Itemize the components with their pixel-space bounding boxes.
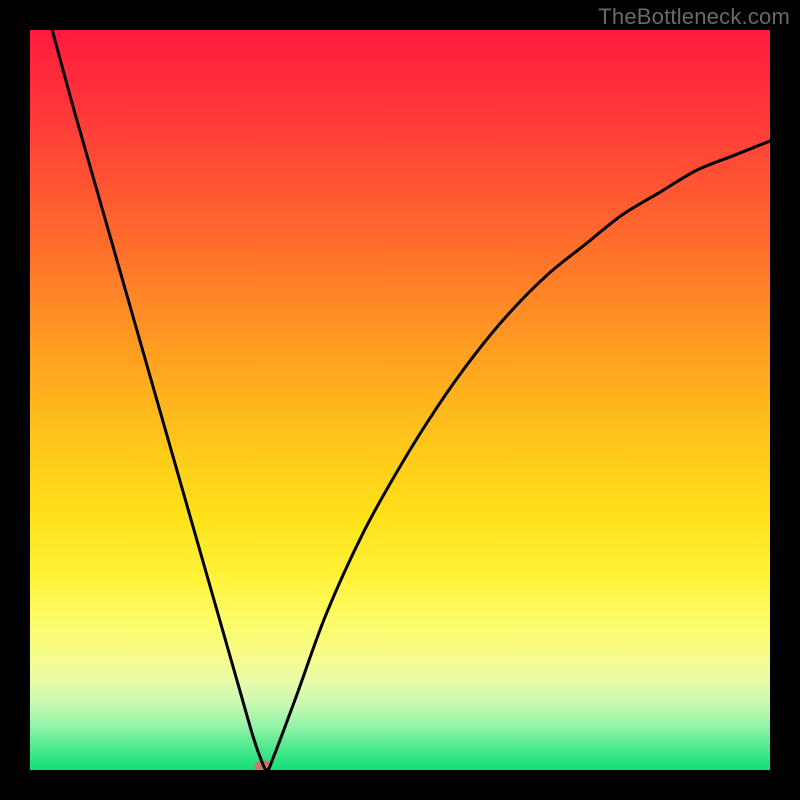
plot-area (30, 30, 770, 770)
chart-frame: TheBottleneck.com (0, 0, 800, 800)
bottleneck-chart (30, 30, 770, 770)
watermark-text: TheBottleneck.com (598, 4, 790, 30)
bottleneck-curve (52, 30, 770, 770)
